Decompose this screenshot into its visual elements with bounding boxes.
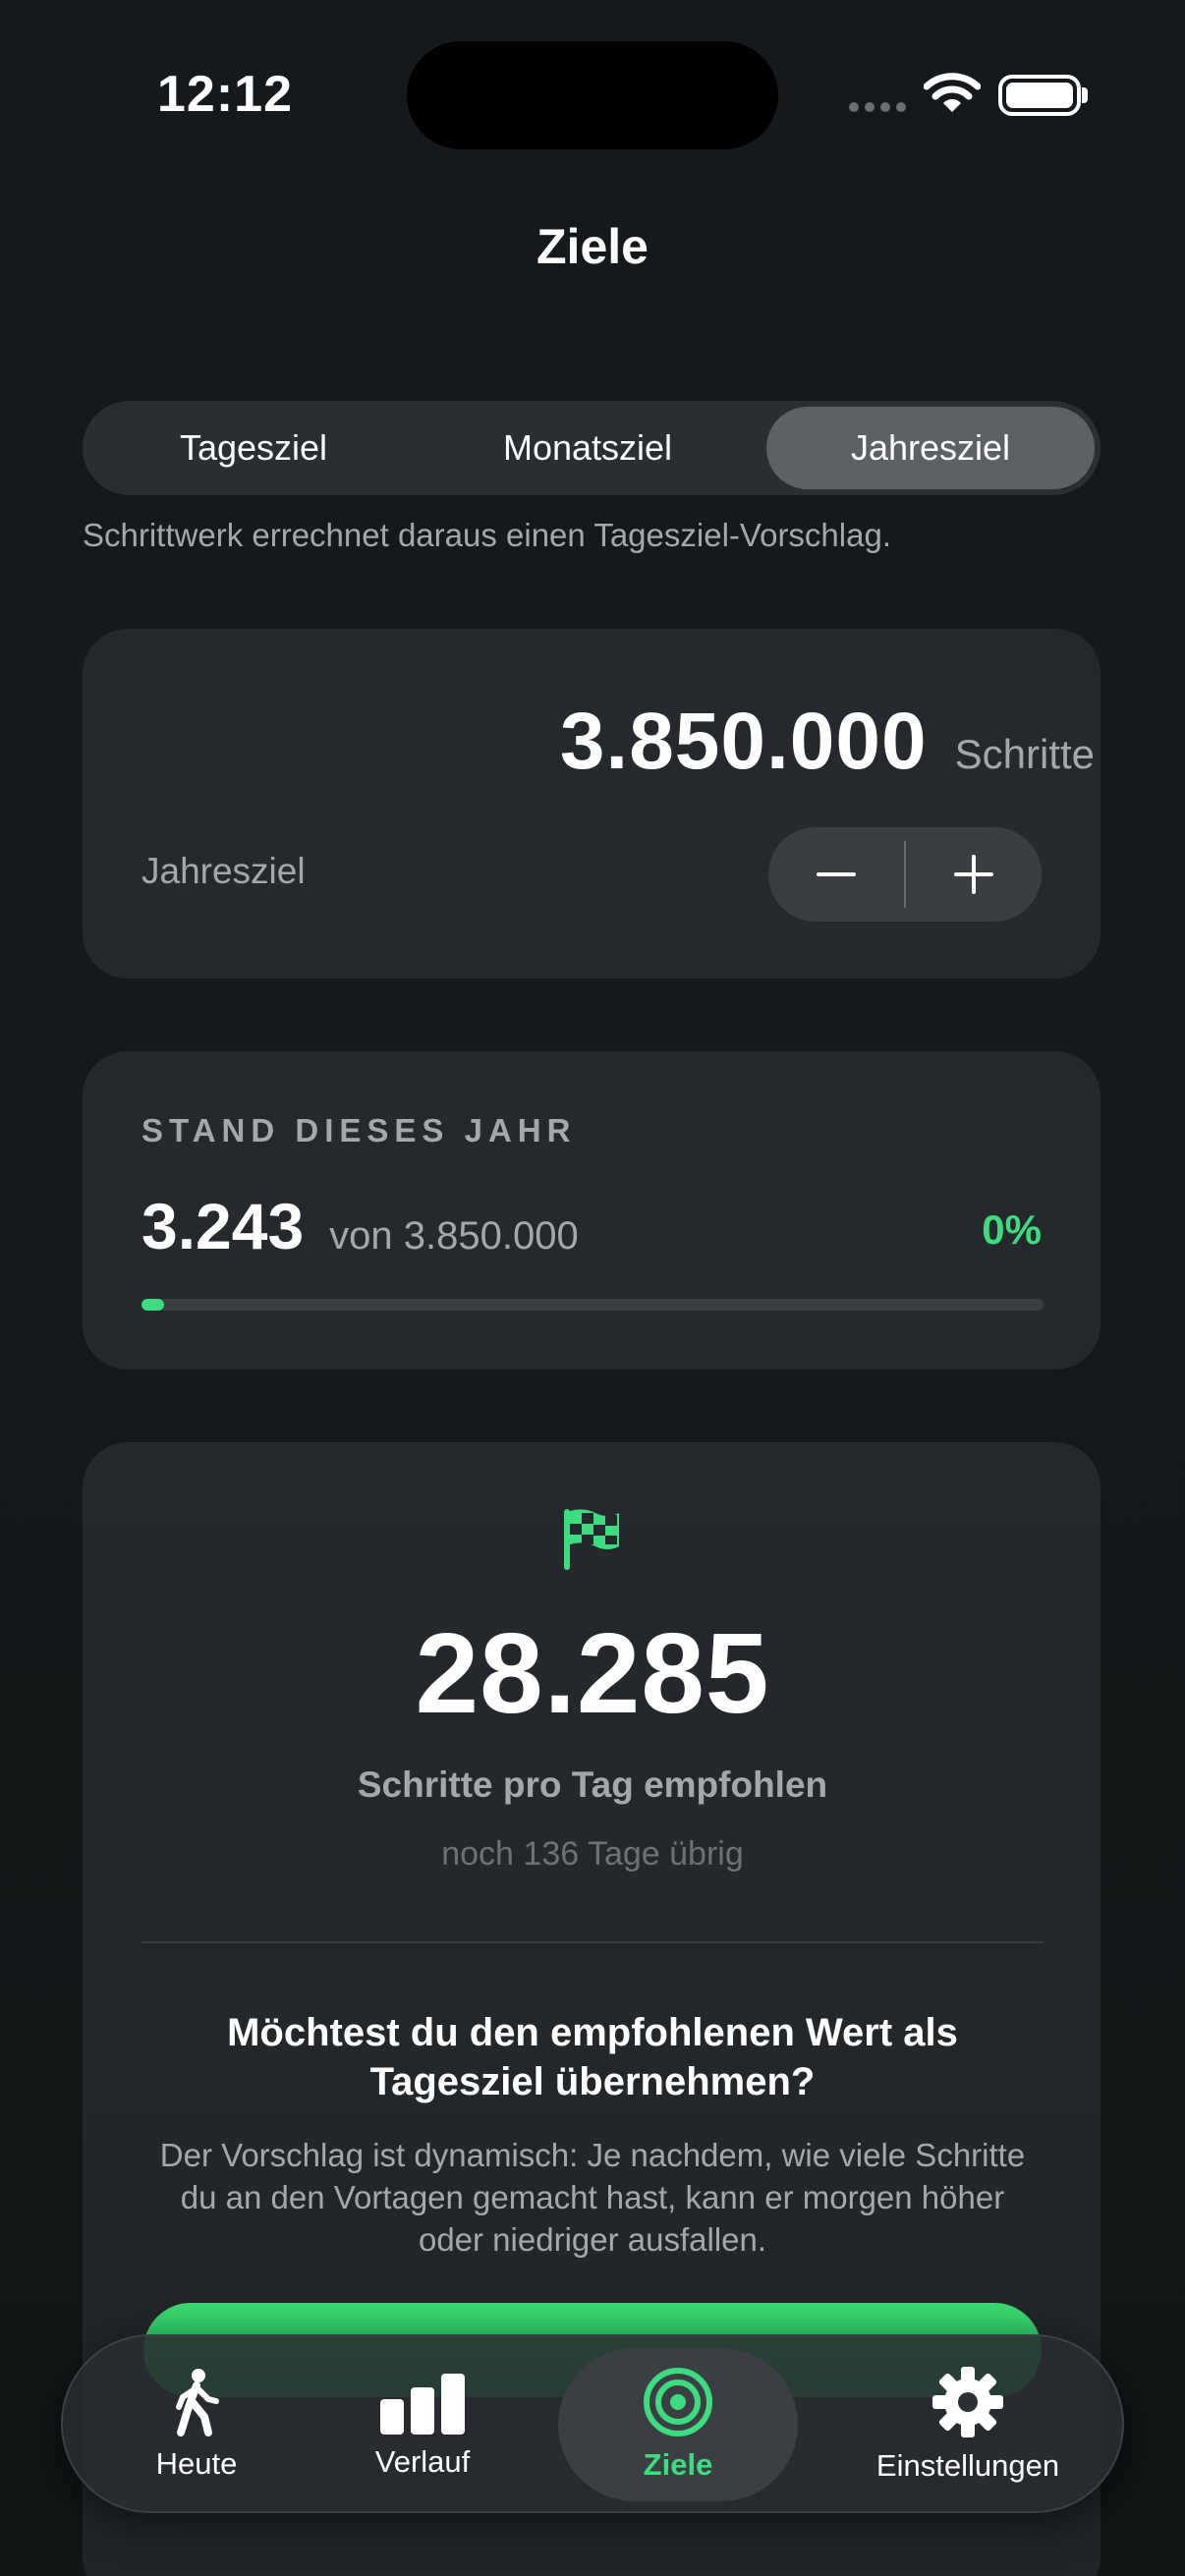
tab-einstellungen[interactable]: Einstellungen — [839, 2348, 1097, 2501]
progress-of-text: von 3.850.000 — [329, 1214, 579, 1258]
goal-unit: Schritte — [954, 731, 1095, 777]
goal-value: 3.850.000 — [559, 697, 928, 786]
divider — [141, 1941, 1044, 1943]
progress-values: 3.243 von 3.850.000 — [141, 1189, 579, 1263]
days-left-text: noch 136 Tage übrig — [441, 1835, 744, 1873]
recommended-steps-value: 28.285 — [415, 1609, 770, 1737]
segment-tagesziel[interactable]: Tagesziel — [88, 407, 419, 489]
tab-verlauf-label: Verlauf — [374, 2444, 471, 2479]
tab-verlauf[interactable]: Verlauf — [314, 2348, 531, 2501]
progress-heading: STAND DIESES JAHR — [141, 1112, 577, 1148]
progress-percent: 0% — [982, 1206, 1042, 1253]
gear-icon — [932, 2367, 1003, 2437]
tab-ziele[interactable]: Ziele — [558, 2348, 798, 2501]
segment-monatsziel[interactable]: Monatsziel — [423, 407, 753, 489]
dynamic-island — [407, 41, 778, 149]
target-icon — [644, 2368, 712, 2436]
hint-text: Schrittwerk errechnet daraus einen Tages… — [83, 517, 891, 553]
plus-icon — [954, 855, 993, 894]
progress-bar-fill — [141, 1299, 164, 1311]
cellular-signal-icon — [849, 102, 906, 112]
battery-icon — [998, 75, 1081, 116]
bar-chart-icon — [380, 2374, 465, 2435]
battery-cap — [1082, 87, 1088, 103]
progress-bar — [141, 1299, 1044, 1311]
wifi-icon — [924, 73, 981, 112]
decrement-button[interactable] — [768, 827, 904, 922]
tab-ziele-label: Ziele — [643, 2447, 713, 2482]
tab-heute-label: Heute — [155, 2446, 238, 2481]
adopt-question: Möchtest du den empfohlenen Wert als Tag… — [227, 2011, 958, 2103]
segment-jahresziel[interactable]: Jahresziel — [766, 407, 1095, 489]
page-title: Ziele — [536, 219, 649, 274]
increment-button[interactable] — [906, 827, 1042, 922]
walking-person-icon — [176, 2369, 219, 2436]
tab-einstellungen-label: Einstellungen — [875, 2448, 1060, 2483]
minus-icon — [817, 872, 856, 876]
recommended-steps-label: Schritte pro Tag empfohlen — [357, 1764, 828, 1805]
progress-current: 3.243 — [141, 1190, 305, 1262]
goal-stepper — [768, 827, 1042, 922]
tab-heute[interactable]: Heute — [88, 2348, 305, 2501]
status-time: 12:12 — [157, 66, 293, 123]
goal-period-segmented-control: Tagesziel Monatsziel Jahresziel — [83, 401, 1100, 495]
checkered-flag-icon — [564, 1509, 619, 1570]
goal-label: Jahresziel — [141, 851, 306, 891]
adopt-explanation: Der Vorschlag ist dynamisch: Je nachdem,… — [159, 2137, 1026, 2258]
goal-value-row: 3.850.000 Schritte — [560, 696, 1095, 788]
goal-card — [83, 629, 1100, 979]
tab-bar: Heute Verlauf Ziele Einstellungen — [61, 2334, 1124, 2513]
